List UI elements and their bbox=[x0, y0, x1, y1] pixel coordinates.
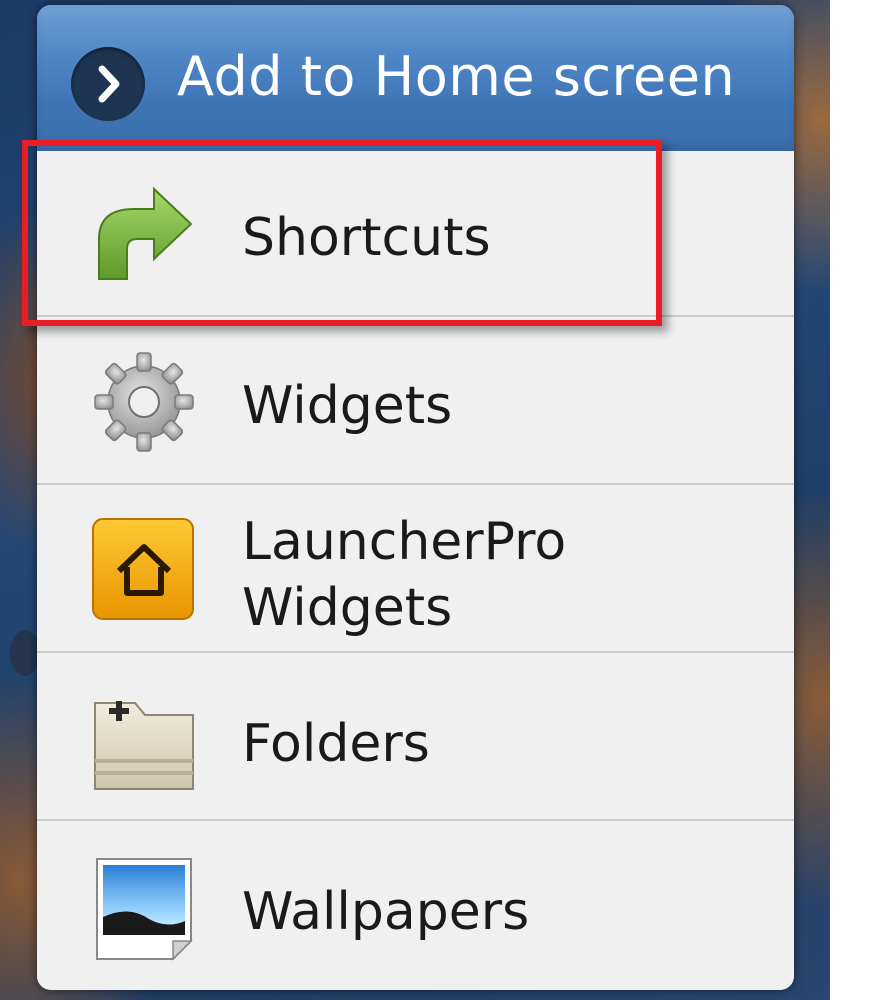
menu-item-label: Folders bbox=[242, 714, 430, 774]
shortcuts-highlight-box bbox=[22, 140, 662, 326]
dialog-title: Add to Home screen bbox=[177, 45, 736, 108]
menu-item-label-line1: LauncherPro bbox=[242, 512, 567, 572]
gear-icon bbox=[89, 347, 199, 457]
launcherpro-home-icon bbox=[89, 515, 199, 625]
chevron-right-icon bbox=[71, 47, 145, 121]
menu-item-launcherpro-widgets[interactable]: LauncherPro Widgets bbox=[37, 483, 794, 651]
menu-item-wallpapers[interactable]: Wallpapers bbox=[37, 819, 794, 990]
wallpaper-widget-edge bbox=[10, 630, 40, 676]
folder-add-icon bbox=[89, 689, 199, 799]
dialog-header: Add to Home screen bbox=[37, 5, 794, 151]
menu-item-widgets[interactable]: Widgets bbox=[37, 315, 794, 483]
menu-item-label: Widgets bbox=[242, 376, 453, 436]
menu-item-label-line2: Widgets bbox=[242, 578, 453, 638]
wallpaper-image-icon bbox=[89, 855, 199, 965]
menu-item-folders[interactable]: Folders bbox=[37, 651, 794, 819]
menu-item-label: Wallpapers bbox=[242, 882, 530, 942]
